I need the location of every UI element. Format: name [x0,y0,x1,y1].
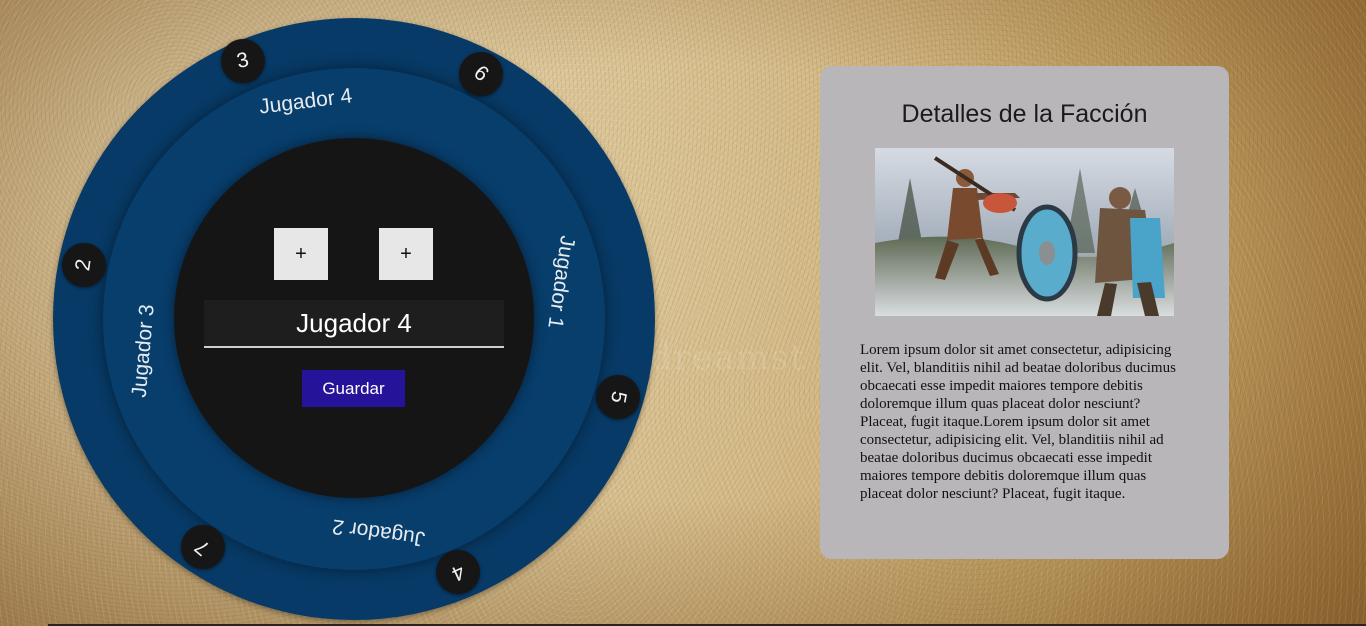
card-title: Detalles de la Facción [901,100,1148,128]
faction-artwork-illustration [875,148,1174,316]
seat-badge-7[interactable]: 7 [181,525,225,569]
add-right-button[interactable]: + [379,228,433,280]
seat-badge-5[interactable]: 5 [596,375,640,419]
player-wheel: Jugador 4 Jugador 1 Jugador 2 Jugador 3 … [53,18,655,620]
seat-badge-4[interactable]: 4 [436,550,480,594]
watermark: dreamst [650,338,806,378]
seat-badge-3[interactable]: 3 [221,39,265,83]
faction-details-card: Detalles de la Facción Lorem ipsum dolor… [820,66,1229,559]
seat-number: 5 [606,389,631,405]
seat-number: 6 [469,61,494,87]
seat-number: 2 [71,257,96,273]
player-name-input[interactable] [204,300,504,348]
faction-description: Lorem ipsum dolor sit amet consectetur, … [860,342,1176,502]
add-left-button[interactable]: + [274,228,328,280]
seat-number: 3 [234,48,252,73]
seat-number: 4 [448,559,469,586]
seat-badge-6[interactable]: 6 [459,52,503,96]
faction-image [875,148,1174,316]
seat-badge-2[interactable]: 2 [62,243,106,287]
seat-number: 7 [190,534,215,560]
save-button[interactable]: Guardar [302,370,405,407]
